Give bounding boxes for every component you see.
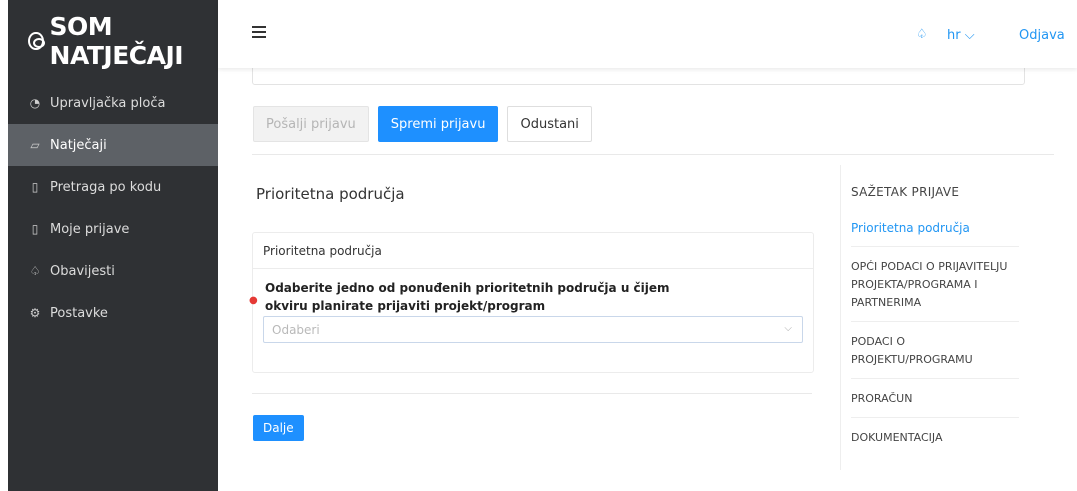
summary-link-budget[interactable]: PRORAČUN bbox=[851, 388, 1019, 418]
sidebar: SOM NATJEČAJI ◔ Upravljačka ploča ▱ Natj… bbox=[8, 0, 218, 491]
select-placeholder: Odaberi bbox=[272, 322, 320, 337]
next-button[interactable]: Dalje bbox=[253, 415, 304, 441]
language-label: hr bbox=[947, 28, 961, 43]
document-icon: ▯ bbox=[31, 222, 39, 236]
sidebar-item-label: Natječaji bbox=[50, 137, 107, 153]
language-selector[interactable]: hr ⌵ bbox=[947, 28, 975, 43]
document-search-icon: ▯ bbox=[31, 180, 39, 194]
cancel-button[interactable]: Odustani bbox=[507, 106, 592, 142]
summary-link-priority-areas[interactable]: Prioritetna područja bbox=[851, 217, 1019, 247]
sidebar-item-my-applications[interactable]: ▯ Moje prijave bbox=[8, 208, 218, 250]
sidebar-item-notifications[interactable]: ♤ Obavijesti bbox=[8, 250, 218, 292]
summary-list: Prioritetna područja OPĆI PODACI O PRIJA… bbox=[851, 217, 1041, 465]
sidebar-item-label: Pretraga po kodu bbox=[50, 179, 162, 195]
summary-link-project-info[interactable]: PODACI O PROJEKTU/PROGRAMU bbox=[851, 331, 1019, 379]
sidebar-item-settings[interactable]: ⚙ Postavke bbox=[8, 292, 218, 334]
priority-area-question-label: Odaberite jedno od ponuđenih prioritetni… bbox=[265, 281, 670, 313]
chevron-down-icon: ⌵ bbox=[964, 28, 975, 43]
priority-areas-card: Prioritetna područja ● Odaberite jedno o… bbox=[249, 232, 814, 373]
summary-link-applicant-info[interactable]: OPĆI PODACI O PRIJAVITELJU PROJEKTA/PROG… bbox=[851, 256, 1019, 322]
gear-icon: ⚙ bbox=[29, 306, 41, 320]
action-bar: Pošalji prijavu Spremi prijavu Odustani bbox=[253, 106, 592, 142]
menu-toggle-icon[interactable] bbox=[252, 26, 266, 38]
card-title: Prioritetna područja bbox=[253, 233, 813, 269]
main-content: Pošalji prijavu Spremi prijavu Odustani … bbox=[218, 0, 1077, 491]
logo-icon bbox=[28, 32, 45, 50]
app-root: SOM NATJEČAJI ◔ Upravljačka ploča ▱ Natj… bbox=[0, 0, 1077, 491]
sidebar-item-label: Upravljačka ploča bbox=[50, 95, 166, 111]
sidebar-item-label: Moje prijave bbox=[50, 221, 130, 237]
section-title: Prioritetna područja bbox=[256, 185, 405, 203]
bell-icon: ♤ bbox=[29, 264, 41, 278]
required-marker: ● bbox=[249, 295, 258, 306]
sidebar-item-dashboard[interactable]: ◔ Upravljačka ploča bbox=[8, 82, 218, 124]
topbar: ♤ hr ⌵ Odjava bbox=[218, 0, 1077, 68]
chevron-down-icon: ⌵ bbox=[784, 323, 792, 334]
sidebar-item-label: Postavke bbox=[50, 305, 108, 321]
logout-link[interactable]: Odjava bbox=[1019, 28, 1065, 43]
priority-area-select[interactable]: Odaberi ⌵ bbox=[263, 316, 803, 343]
summary-link-documentation[interactable]: DOKUMENTACIJA bbox=[851, 427, 1019, 456]
sidebar-item-label: Obavijesti bbox=[50, 263, 115, 279]
notification-bell-icon[interactable]: ♤ bbox=[916, 28, 928, 41]
sidebar-item-natjecaji[interactable]: ▱ Natječaji bbox=[8, 124, 218, 166]
summary-title: SAŽETAK PRIJAVE bbox=[851, 185, 960, 199]
logo[interactable]: SOM NATJEČAJI bbox=[8, 0, 218, 82]
folder-icon: ▱ bbox=[30, 138, 40, 152]
divider bbox=[252, 393, 812, 394]
logo-text: SOM NATJEČAJI bbox=[49, 12, 184, 70]
send-application-button: Pošalji prijavu bbox=[253, 106, 369, 142]
divider bbox=[252, 154, 1054, 155]
sidebar-item-code-search[interactable]: ▯ Pretraga po kodu bbox=[8, 166, 218, 208]
application-summary: SAŽETAK PRIJAVE Prioritetna područja OPĆ… bbox=[840, 165, 1040, 470]
save-application-button[interactable]: Spremi prijavu bbox=[377, 106, 499, 142]
dashboard-icon: ◔ bbox=[29, 96, 41, 110]
